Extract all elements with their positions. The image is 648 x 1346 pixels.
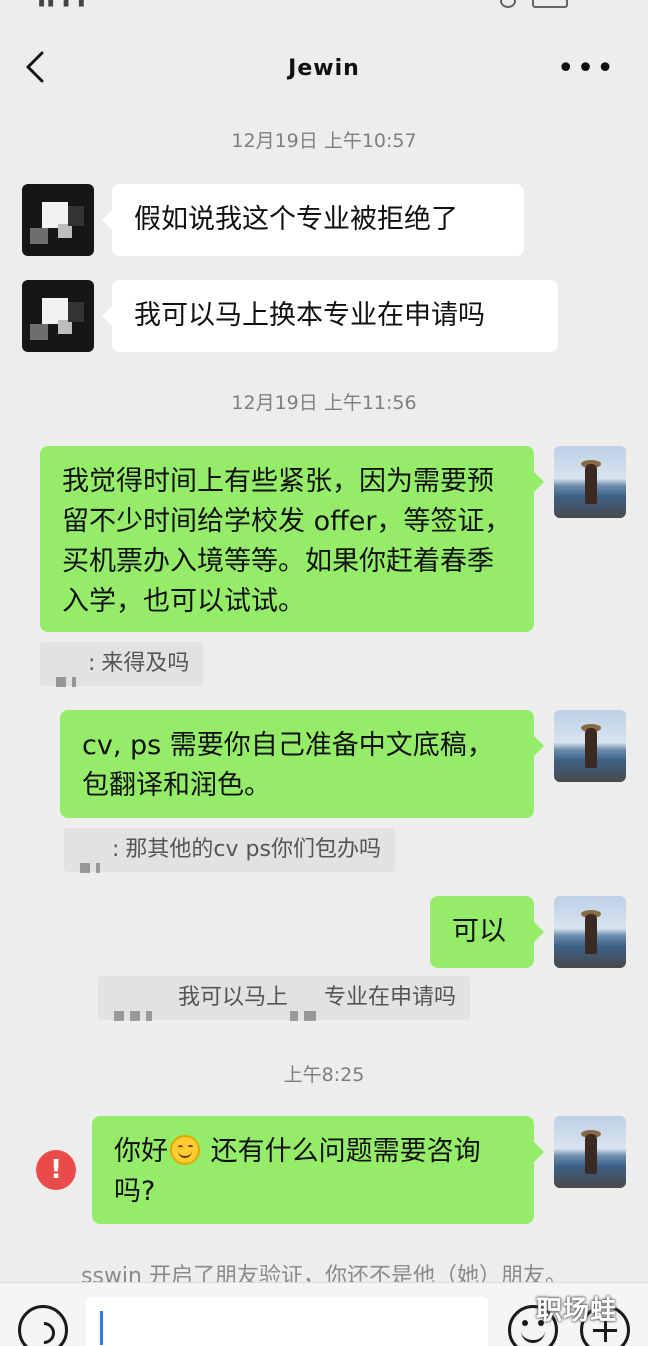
my-avatar[interactable] xyxy=(554,896,626,968)
quoted-text-part1: 我可以马上 xyxy=(178,985,289,1010)
status-bar: ▮▮ ▮ ▮ xyxy=(0,0,648,12)
more-options-icon[interactable]: ••• xyxy=(557,54,616,84)
send-failed-icon[interactable]: ! xyxy=(36,1150,76,1190)
message-bubble-outgoing[interactable]: 你好 还有什么问题需要咨询吗? xyxy=(92,1116,544,1224)
masked-sender-name xyxy=(80,845,106,873)
watermark: 职场蛙 xyxy=(536,1296,618,1326)
text-caret xyxy=(100,1311,103,1345)
message-bubble-outgoing[interactable]: cv, ps 需要你自己准备中文底稿，包翻译和润色。 xyxy=(60,710,544,818)
my-avatar[interactable] xyxy=(554,1116,626,1188)
chat-header: Jewin ••• xyxy=(0,12,648,112)
my-avatar[interactable] xyxy=(554,710,626,782)
chat-title: Jewin xyxy=(288,56,360,81)
contact-avatar[interactable] xyxy=(22,280,94,352)
masked-sender-name xyxy=(114,993,158,1021)
message-bubble-incoming[interactable]: 假如说我这个专业被拒绝了 xyxy=(102,184,524,256)
message-bubble-outgoing[interactable]: 我觉得时间上有些紧张，因为需要预留不少时间给学校发 offer，等签证，买机票办… xyxy=(40,446,544,632)
my-avatar[interactable] xyxy=(554,446,626,518)
masked-text xyxy=(290,993,322,1021)
message-text: 还有什么问题需要咨询吗? xyxy=(114,1136,481,1207)
voice-input-icon[interactable] xyxy=(18,1305,68,1346)
message-bubble-incoming[interactable]: 我可以马上换本专业在申请吗 xyxy=(102,280,558,352)
quoted-message[interactable]: 我可以马上 专业在申请吗 xyxy=(98,976,471,1021)
message-text: 你好 xyxy=(114,1136,168,1167)
battery-icon xyxy=(532,0,568,8)
alarm-icon xyxy=(500,0,516,8)
message-bubble-outgoing[interactable]: 可以 xyxy=(430,896,544,968)
timestamp: 12月19日 上午11:56 xyxy=(231,392,417,414)
quoted-message[interactable]: : 那其他的cv ps你们包办吗 xyxy=(64,828,395,873)
quoted-text: 来得及吗 xyxy=(101,651,190,676)
masked-sender-name xyxy=(56,659,82,687)
contact-avatar[interactable] xyxy=(22,184,94,256)
timestamp: 上午8:25 xyxy=(283,1064,365,1086)
quoted-text: 那其他的cv ps你们包办吗 xyxy=(125,837,381,862)
timestamp: 12月19日 上午10:57 xyxy=(231,130,417,152)
signal-icon: ▮▮ ▮ ▮ xyxy=(38,0,87,9)
smile-emoji-icon xyxy=(170,1135,200,1165)
message-input[interactable] xyxy=(86,1297,488,1346)
quoted-message[interactable]: : 来得及吗 xyxy=(40,642,204,687)
quoted-text-part2: 专业在申请吗 xyxy=(324,985,457,1010)
